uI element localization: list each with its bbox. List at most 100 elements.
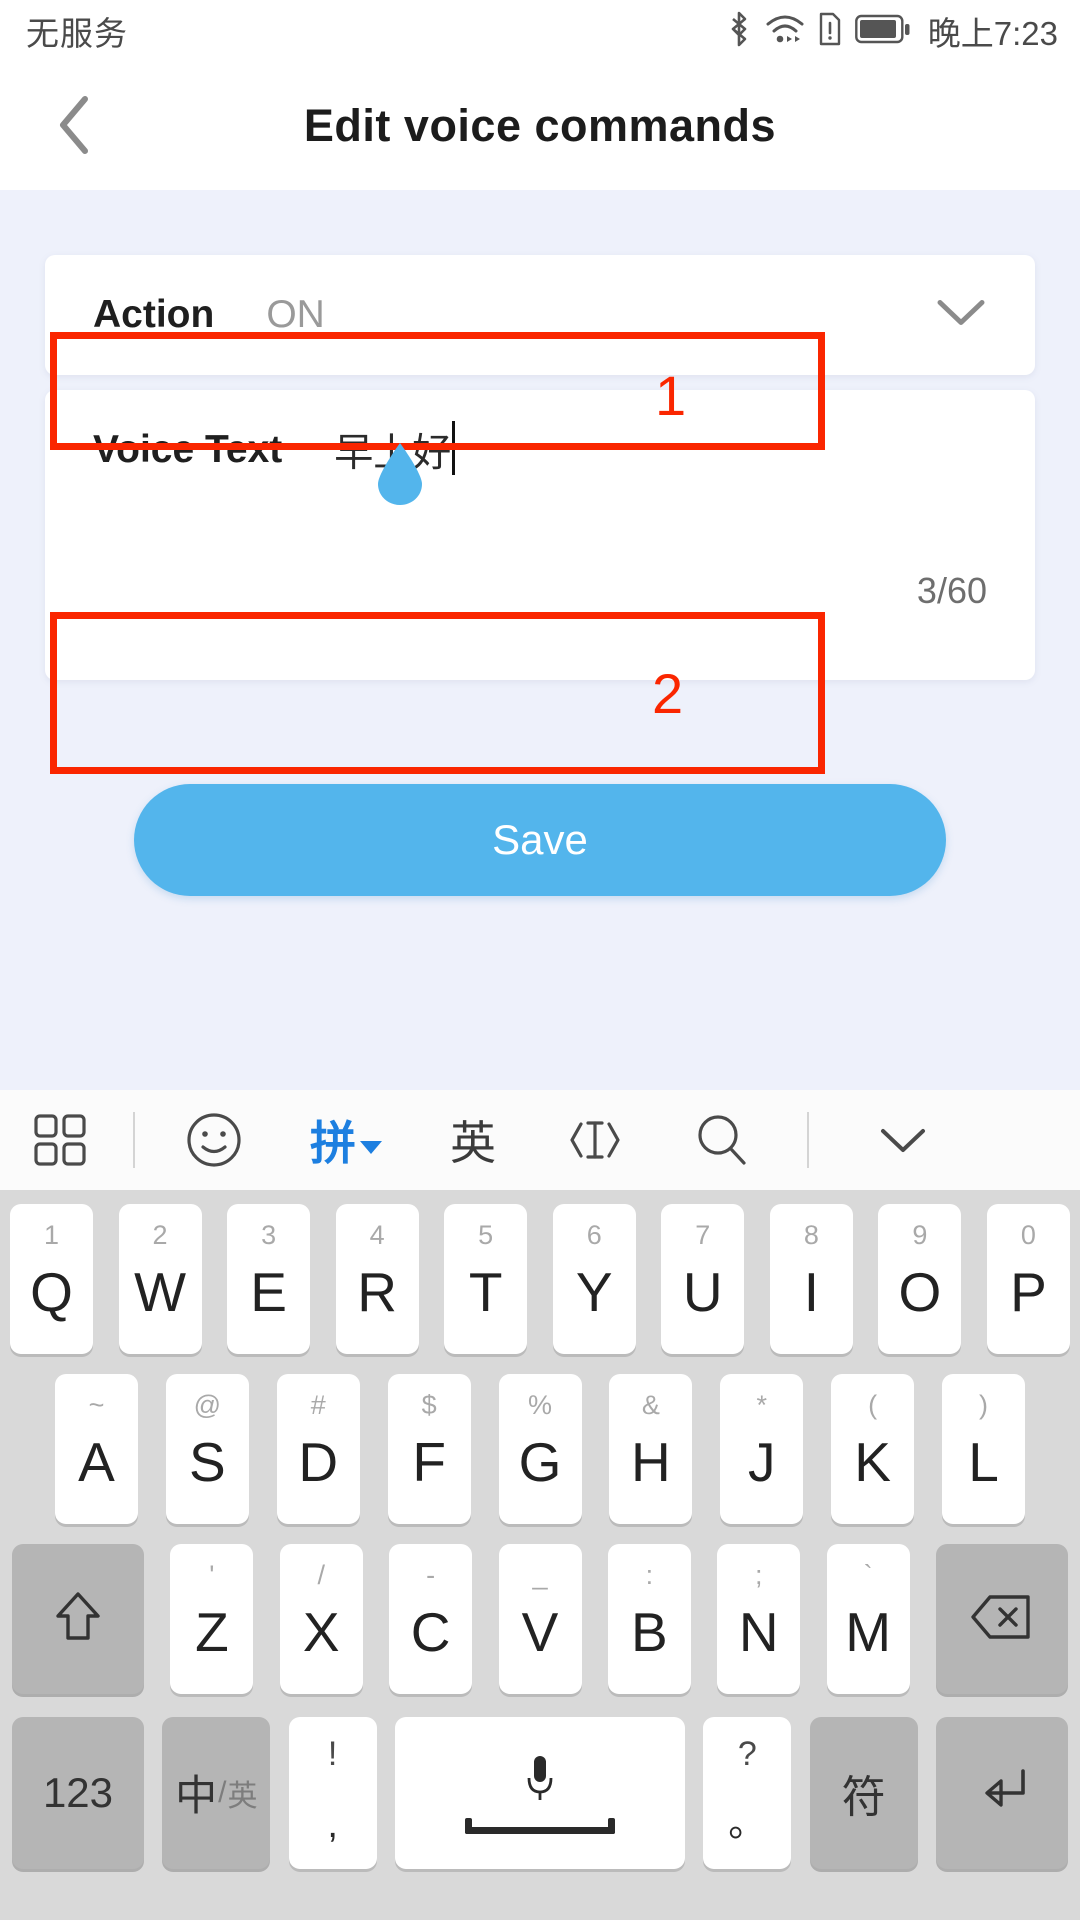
english-mode-button[interactable]: 英 — [412, 1090, 534, 1190]
voice-text-label: Voice Text — [93, 428, 283, 471]
backspace-icon — [970, 1593, 1034, 1646]
text-cursor-handle[interactable] — [374, 443, 426, 505]
keyboard-rows: 1Q 2W 3E 4R 5T 6Y 7U 8I 9O 0P ~ A @ S # D $… — [0, 1190, 1080, 1920]
key-p[interactable]: 0P — [986, 1204, 1070, 1354]
key-d[interactable]: # D — [276, 1374, 360, 1524]
key-hint: @ — [193, 1390, 222, 1420]
status-bar: 无服务 晚上7:23 — [0, 0, 1080, 62]
key-n[interactable]: ; N — [717, 1544, 801, 1694]
key-hint: & — [641, 1390, 660, 1420]
keyboard-toolbar: 拼 英 — [0, 1090, 1080, 1190]
language-toggle-key[interactable]: 中 / 英 — [162, 1716, 271, 1869]
key-hint: * — [756, 1390, 767, 1420]
voice-text-card[interactable]: Voice Text 早上好 3/60 — [45, 390, 1035, 680]
key-j[interactable]: * J — [720, 1374, 804, 1524]
key-label: Y — [575, 1261, 613, 1323]
key-q[interactable]: 1Q — [10, 1204, 93, 1354]
lang-separator: / — [218, 1775, 227, 1809]
key-label: U — [682, 1261, 723, 1323]
page-title: Edit voice commands — [303, 100, 777, 151]
key-label: J — [748, 1431, 776, 1493]
key-t[interactable]: 5T — [444, 1204, 528, 1354]
question-label: ? — [737, 1734, 757, 1773]
key-l[interactable]: ) L — [942, 1374, 1025, 1524]
comma-label: , — [327, 1803, 338, 1846]
key-label: L — [968, 1431, 999, 1493]
key-label: H — [631, 1431, 671, 1493]
symbols-key[interactable]: 符 — [809, 1716, 918, 1869]
key-u[interactable]: 7U — [661, 1204, 745, 1354]
key-f[interactable]: $ F — [387, 1374, 471, 1524]
key-y[interactable]: 6Y — [552, 1204, 636, 1354]
key-h[interactable]: & H — [609, 1374, 693, 1524]
key-hint: ) — [979, 1390, 988, 1420]
backspace-key[interactable] — [936, 1544, 1068, 1694]
key-x[interactable]: / X — [279, 1544, 363, 1694]
key-i[interactable]: 8I — [769, 1204, 853, 1354]
key-label: F — [412, 1431, 446, 1493]
key-z[interactable]: ' Z — [170, 1544, 254, 1694]
space-key[interactable] — [394, 1716, 685, 1869]
keyboard-row-4: 123 中 / 英 ! , ? 。 符 — [0, 1710, 1080, 1875]
space-bar-line — [464, 1817, 615, 1834]
text-caret — [452, 421, 456, 475]
keyboard-grid-icon[interactable] — [0, 1090, 120, 1190]
period-key[interactable]: ? 。 — [703, 1716, 792, 1869]
content-area: Action ON Voice Text 早上好 3/60 Save — [0, 190, 1080, 1090]
key-r[interactable]: 4R — [335, 1204, 419, 1354]
search-icon[interactable] — [656, 1090, 788, 1190]
key-hint: 4 — [369, 1220, 385, 1250]
save-button[interactable]: Save — [134, 784, 946, 896]
hide-keyboard-icon[interactable] — [828, 1090, 978, 1190]
key-label: O — [898, 1261, 942, 1323]
shift-key[interactable] — [12, 1544, 144, 1694]
key-label: K — [854, 1431, 891, 1493]
lang-cn-label: 中 — [175, 1772, 218, 1819]
key-hint: ~ — [88, 1390, 105, 1420]
comma-key[interactable]: ! , — [288, 1716, 377, 1869]
key-hint: 0 — [1020, 1220, 1036, 1250]
sim-warning-icon — [818, 11, 842, 52]
enter-key[interactable] — [935, 1716, 1068, 1869]
key-b[interactable]: :B — [607, 1544, 691, 1694]
key-c[interactable]: -C — [389, 1544, 473, 1694]
key-hint: 2 — [152, 1220, 168, 1250]
key-w[interactable]: 2W — [118, 1204, 202, 1354]
key-label: W — [134, 1261, 186, 1323]
cursor-move-icon[interactable] — [534, 1090, 656, 1190]
back-button[interactable] — [38, 90, 112, 164]
key-label: G — [518, 1431, 562, 1493]
lang-en-label: 英 — [227, 1779, 258, 1813]
key-v[interactable]: _ V — [498, 1544, 582, 1694]
phone-screen: 无服务 晚上7:23 Edit voice commands Action ON… — [0, 0, 1080, 1920]
keyboard-row-2: ~ A @ S # D $ F % G & H * J (K ) L — [0, 1370, 1080, 1528]
microphone-icon[interactable] — [523, 1752, 557, 1813]
key-s[interactable]: @ S — [165, 1374, 249, 1524]
chevron-down-icon[interactable] — [935, 297, 987, 334]
period-label: 。 — [728, 1802, 767, 1845]
key-label: M — [845, 1601, 892, 1663]
key-hint: 1 — [43, 1220, 60, 1250]
key-a[interactable]: ~ A — [55, 1374, 138, 1524]
key-g[interactable]: % G — [498, 1374, 582, 1524]
action-card[interactable]: Action ON — [45, 255, 1035, 375]
key-hint: 6 — [586, 1220, 602, 1250]
emoji-icon[interactable] — [148, 1090, 280, 1190]
key-label: Q — [30, 1261, 73, 1323]
pinyin-mode-button[interactable]: 拼 — [280, 1090, 412, 1190]
status-clock: 晚上7:23 — [927, 15, 1058, 52]
key-o[interactable]: 9O — [878, 1204, 962, 1354]
key-label: A — [78, 1431, 115, 1493]
pinyin-label: 拼 — [310, 1116, 356, 1170]
key-e[interactable]: 3E — [227, 1204, 311, 1354]
action-row[interactable]: Action ON — [45, 255, 1035, 375]
numbers-key[interactable]: 123 — [12, 1716, 144, 1869]
key-k[interactable]: (K — [831, 1374, 915, 1524]
bluetooth-icon — [726, 10, 752, 53]
english-label: 英 — [450, 1116, 496, 1170]
enter-icon — [973, 1765, 1031, 1820]
toolbar-divider — [120, 1090, 148, 1190]
key-hint: ` — [863, 1560, 873, 1590]
voice-text-row[interactable]: Voice Text 早上好 — [45, 390, 1035, 510]
key-m[interactable]: ` M — [826, 1544, 910, 1694]
